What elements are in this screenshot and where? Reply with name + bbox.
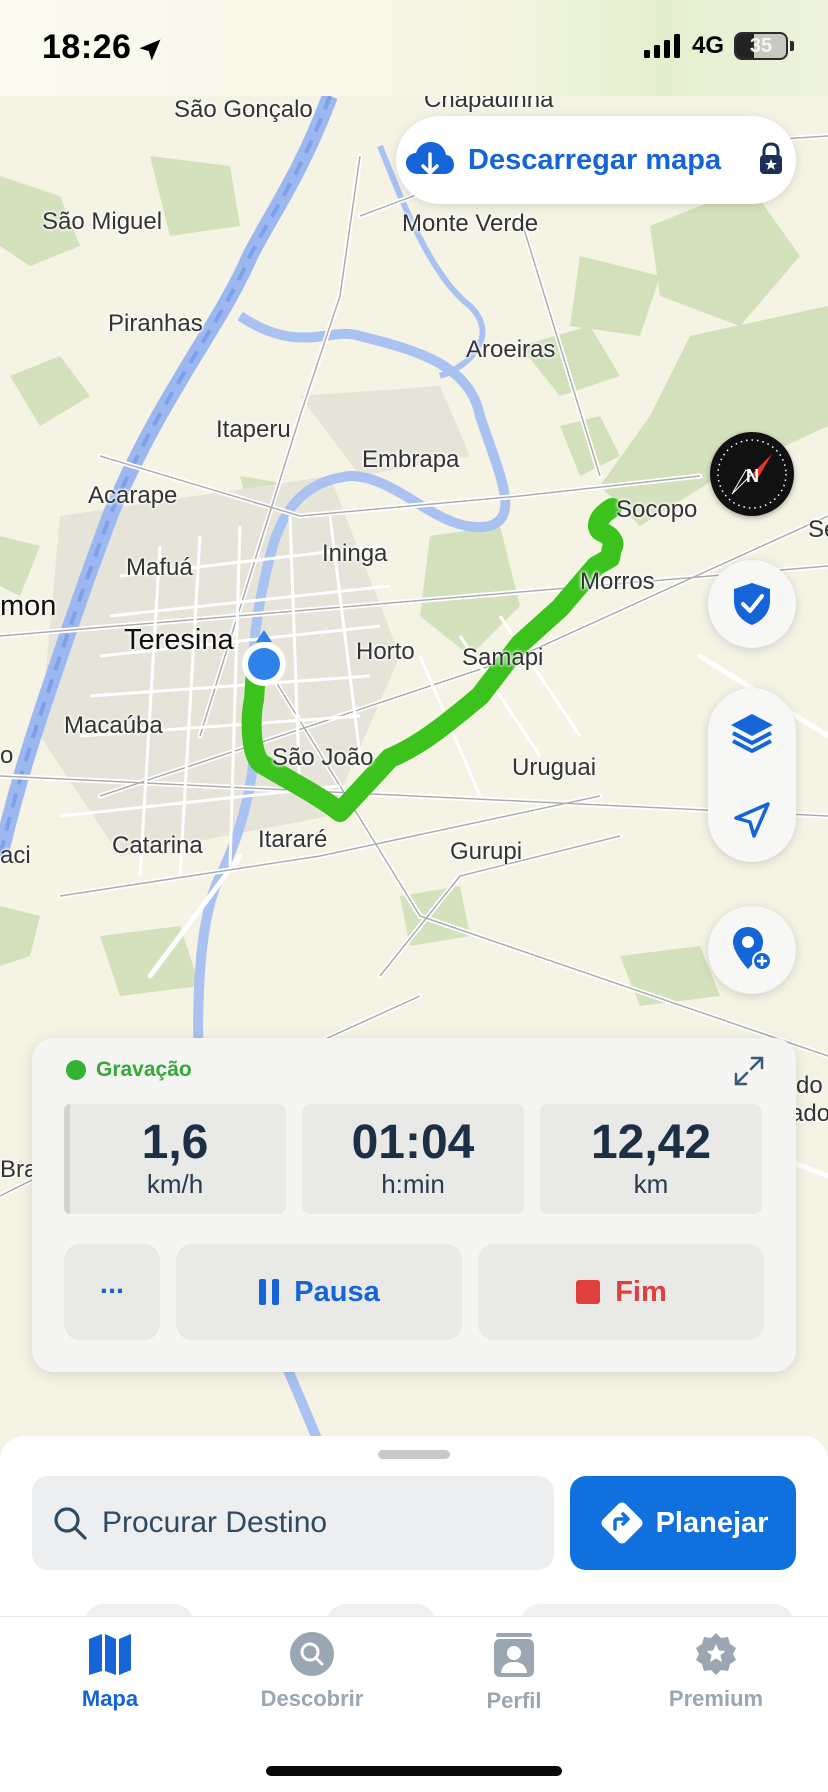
plan-label: Planejar	[655, 1506, 769, 1539]
place-label: Itararé	[258, 826, 328, 853]
place-label: do	[796, 1072, 823, 1099]
tab-label: Perfil	[486, 1688, 542, 1713]
speed-stat: 1,6 km/h	[64, 1104, 286, 1214]
more-options-label: ...	[99, 1267, 125, 1300]
recording-label: Gravação	[96, 1058, 192, 1081]
recording-stats: 1,6 km/h 01:04 h:min 12,42 km	[64, 1104, 762, 1214]
place-label: Acarape	[88, 482, 178, 509]
duration-value: 01:04	[351, 1116, 475, 1169]
tab-label: Mapa	[81, 1686, 139, 1711]
end-button[interactable]: Fim	[478, 1244, 764, 1340]
place-label: Mafuá	[126, 554, 193, 581]
place-label: Se	[808, 516, 828, 543]
battery-icon: 35	[734, 32, 788, 60]
speed-value: 1,6	[141, 1116, 209, 1169]
place-label: São João	[272, 744, 374, 771]
place-label: Horto	[356, 638, 415, 665]
place-label: Uruguai	[512, 754, 597, 781]
pause-label: Pausa	[294, 1275, 380, 1308]
speed-unit: km/h	[146, 1169, 204, 1199]
tab-descobrir[interactable]: Descobrir	[222, 1631, 402, 1712]
add-pin-button[interactable]	[708, 906, 796, 994]
recording-status: Gravação	[66, 1058, 192, 1082]
layers-icon[interactable]	[728, 711, 776, 755]
tab-label: Descobrir	[260, 1686, 364, 1711]
place-label: Ininga	[322, 540, 388, 567]
tab-label: Premium	[668, 1686, 764, 1711]
map-controls	[708, 688, 796, 862]
place-label: Itaperu	[216, 416, 291, 443]
place-label: Embrapa	[362, 446, 460, 473]
download-map-label: Descarregar mapa	[468, 143, 722, 176]
shield-check-icon	[734, 583, 770, 625]
search-icon	[54, 1507, 87, 1540]
svg-text:N: N	[746, 466, 759, 486]
distance-value: 12,42	[590, 1116, 712, 1169]
compass-button[interactable]: N	[710, 432, 794, 516]
status-indicators: 4G 35	[643, 32, 794, 60]
place-label: Macaúba	[64, 712, 163, 739]
safety-shield-button[interactable]	[708, 560, 796, 648]
lock-icon	[760, 142, 782, 174]
place-label: o	[0, 742, 14, 769]
place-label: Gurupi	[450, 838, 523, 865]
signal-icon	[643, 34, 680, 58]
profile-icon	[494, 1633, 534, 1677]
sheet-handle[interactable]	[378, 1450, 450, 1459]
duration-stat: 01:04 h:min	[302, 1104, 524, 1214]
status-time: 18:26	[42, 28, 132, 66]
place-label: Teresina	[124, 624, 234, 656]
home-indicator	[266, 1766, 562, 1776]
distance-stat: 12,42 km	[540, 1104, 762, 1214]
route-diamond-icon	[601, 1502, 643, 1544]
place-label: Catarina	[112, 832, 203, 859]
discover-search-icon	[290, 1632, 334, 1676]
more-options-button[interactable]: ...	[64, 1244, 160, 1340]
search-destination-input[interactable]: Procurar Destino	[32, 1476, 554, 1570]
navigation-arrow-icon[interactable]	[732, 800, 772, 840]
distance-unit: km	[633, 1169, 669, 1199]
add-location-pin-icon	[733, 927, 772, 971]
network-type: 4G	[691, 32, 724, 59]
tab-premium[interactable]: Premium	[626, 1631, 806, 1712]
star-badge-icon	[696, 1633, 736, 1675]
battery-nub	[790, 41, 794, 51]
tab-perfil[interactable]: Perfil	[424, 1631, 604, 1714]
place-label: Chapadinha	[424, 96, 554, 113]
status-bar: 18:26 4G 35	[0, 0, 828, 96]
place-label: Socopo	[616, 496, 698, 523]
battery-level: 35	[749, 35, 773, 57]
place-label: São Gonçalo	[174, 96, 313, 123]
download-map-button[interactable]: Descarregar mapa	[396, 116, 796, 204]
search-placeholder: Procurar Destino	[102, 1506, 328, 1539]
recording-actions: ... Pausa Fim	[64, 1244, 764, 1340]
stop-icon	[576, 1280, 601, 1304]
tab-mapa[interactable]: Mapa	[20, 1631, 200, 1712]
plan-route-button[interactable]: Planejar	[570, 1476, 796, 1570]
end-label: Fim	[615, 1275, 667, 1308]
place-label: Monte Verde	[402, 210, 539, 237]
pause-button[interactable]: Pausa	[176, 1244, 462, 1340]
place-label: São Miguel	[42, 208, 163, 235]
place-label: mon	[0, 590, 57, 622]
recording-dot	[66, 1060, 86, 1080]
place-label: Morros	[580, 568, 655, 595]
recording-panel: Gravação 1,6 km/h 01:04 h:min 12,42 km .…	[32, 1038, 796, 1372]
cloud-download-icon	[406, 142, 454, 176]
place-label: Aroeiras	[466, 336, 556, 363]
place-label: aci	[0, 842, 31, 869]
bottom-sheet: Procurar Destino Planejar Mapa Descobrir	[0, 1436, 828, 1792]
pause-icon	[259, 1279, 280, 1305]
place-label: Piranhas	[108, 310, 203, 337]
expand-icon[interactable]	[732, 1054, 766, 1088]
place-label: Samapi	[462, 644, 544, 671]
compass-icon: N	[717, 439, 787, 509]
map-icon	[89, 1634, 131, 1675]
duration-unit: h:min	[381, 1169, 445, 1199]
location-arrow-icon	[139, 39, 161, 61]
